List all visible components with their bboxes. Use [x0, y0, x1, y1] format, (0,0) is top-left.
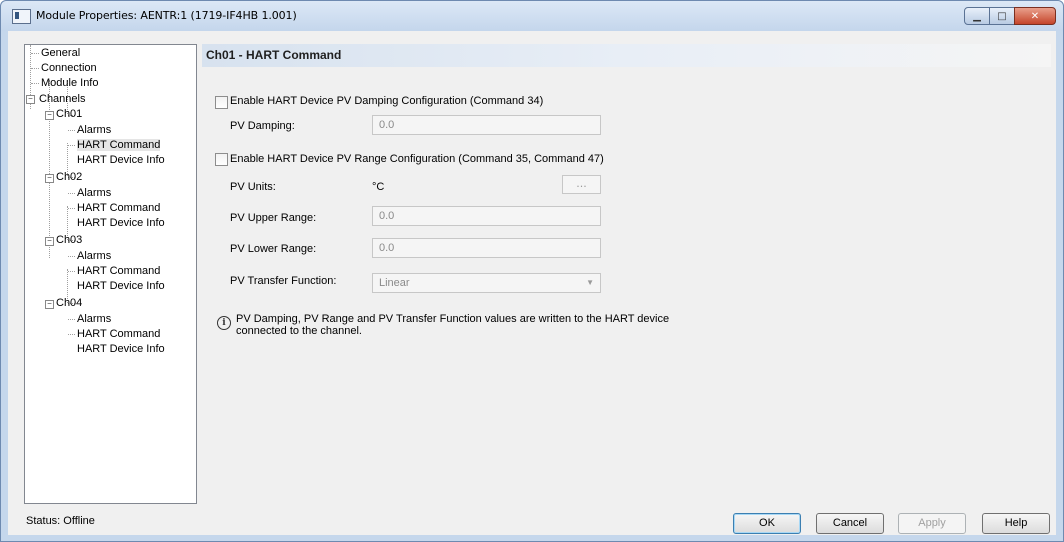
collapse-ch04-icon[interactable]: − [45, 300, 54, 309]
info-text-line1: PV Damping, PV Range and PV Transfer Fun… [236, 313, 670, 325]
pv-transfer-function-select[interactable]: Linear ▼ [372, 273, 601, 293]
tree-connector [68, 319, 75, 320]
window-app-icon [12, 9, 31, 24]
pv-upper-range-label: PV Upper Range: [230, 212, 317, 224]
tree-item-ch02-hart-device-info[interactable]: HART Device Info [77, 216, 165, 231]
apply-button[interactable]: Apply [898, 513, 966, 534]
help-button[interactable]: Help [982, 513, 1050, 534]
tree-item-ch01-hart-device-info[interactable]: HART Device Info [77, 153, 165, 168]
tree-item-ch04-alarms[interactable]: Alarms [77, 312, 111, 327]
tree-connector [68, 145, 75, 146]
tree-item-label: HART Command [77, 328, 161, 340]
status-text: Status: Offline [26, 515, 95, 527]
pv-transfer-function-label: PV Transfer Function: [230, 275, 337, 287]
tree-item-label: HART Device Info [77, 154, 165, 166]
tree-item-ch01-alarms[interactable]: Alarms [77, 123, 111, 138]
tree-item-label: HART Command [77, 265, 161, 277]
tree-item-label: Alarms [77, 187, 112, 199]
info-icon: i [217, 316, 231, 330]
tree-connector [68, 130, 75, 131]
pv-upper-range-field[interactable]: 0.0 [372, 206, 601, 226]
pv-lower-range-label: PV Lower Range: [230, 243, 317, 255]
enable-damping-checkbox[interactable] [215, 96, 228, 109]
tree-item-module-info[interactable]: Module Info [41, 76, 98, 91]
tree-item-label: HART Device Info [77, 343, 165, 355]
tree-item-general[interactable]: General [41, 46, 80, 61]
pv-units-label: PV Units: [230, 181, 276, 193]
info-text-line2: connected to the channel. [236, 325, 362, 337]
minimize-button[interactable]: ▁ [964, 7, 990, 25]
tree-item-label: Alarms [77, 124, 112, 136]
tree-connector [31, 53, 39, 54]
tree-item-label: HART Device Info [77, 280, 165, 292]
page-title: Ch01 - HART Command [206, 48, 342, 62]
tree-item-ch03-alarms[interactable]: Alarms [77, 249, 111, 264]
tree-item-label: Module Info [41, 77, 99, 89]
pv-units-value: °C [372, 181, 385, 193]
pv-transfer-function-value: Linear [379, 277, 410, 289]
module-properties-window: Module Properties: AENTR:1 (1719-IF4HB 1… [0, 0, 1064, 542]
dialog-client-area: − − − − − General Connection Module Info… [8, 31, 1056, 535]
tree-item-ch03-hart-command[interactable]: HART Command [77, 264, 160, 279]
tree-item-ch03-hart-device-info[interactable]: HART Device Info [77, 279, 165, 294]
collapse-ch01-icon[interactable]: − [45, 111, 54, 120]
tree-connector [31, 83, 39, 84]
tree-connector [68, 208, 75, 209]
tree-item-ch02[interactable]: Ch02 [56, 170, 82, 185]
title-bar[interactable]: Module Properties: AENTR:1 (1719-IF4HB 1… [1, 1, 1063, 31]
maximize-button[interactable]: □ [989, 7, 1015, 25]
window-title: Module Properties: AENTR:1 (1719-IF4HB 1… [36, 9, 297, 22]
ok-button[interactable]: OK [733, 513, 801, 534]
tree-item-label: Alarms [77, 250, 112, 262]
tree-item-label: HART Device Info [77, 217, 165, 229]
tree-item-label: General [41, 47, 81, 59]
pv-lower-range-field[interactable]: 0.0 [372, 238, 601, 258]
collapse-ch02-icon[interactable]: − [45, 174, 54, 183]
tree-item-ch01[interactable]: Ch01 [56, 107, 82, 122]
tree-item-ch04[interactable]: Ch04 [56, 296, 82, 311]
tree-item-label: Channels [39, 93, 86, 105]
cancel-button[interactable]: Cancel [816, 513, 884, 534]
pv-damping-label: PV Damping: [230, 120, 295, 132]
tree-connector [31, 68, 39, 69]
category-tree[interactable]: − − − − − General Connection Module Info… [24, 44, 197, 504]
tree-item-label: Ch04 [56, 297, 83, 309]
tree-item-label: Alarms [77, 313, 112, 325]
tree-item-ch03[interactable]: Ch03 [56, 233, 82, 248]
tree-item-label: Ch01 [56, 108, 83, 120]
collapse-channels-icon[interactable]: − [26, 95, 35, 104]
tree-connector [68, 193, 75, 194]
pv-damping-field[interactable]: 0.0 [372, 115, 601, 135]
tree-connector [68, 334, 75, 335]
tree-item-ch02-hart-command[interactable]: HART Command [77, 201, 160, 216]
enable-damping-label: Enable HART Device PV Damping Configurat… [230, 95, 544, 107]
tree-item-label: HART Command [77, 139, 161, 151]
window-controls: ▁ □ ✕ [964, 7, 1056, 27]
tree-connector [68, 256, 75, 257]
tree-item-ch04-hart-device-info[interactable]: HART Device Info [77, 342, 165, 357]
page-title-bar: Ch01 - HART Command [202, 44, 1051, 67]
tree-connector [68, 271, 75, 272]
tree-item-ch01-hart-command[interactable]: HART Command [77, 138, 161, 153]
tree-item-connection[interactable]: Connection [41, 61, 97, 76]
tree-item-ch04-hart-command[interactable]: HART Command [77, 327, 160, 342]
enable-range-checkbox[interactable] [215, 153, 228, 166]
tree-item-label: HART Command [77, 202, 161, 214]
close-button[interactable]: ✕ [1014, 7, 1056, 25]
collapse-ch03-icon[interactable]: − [45, 237, 54, 246]
pv-units-browse-button[interactable]: ... [562, 175, 601, 194]
tree-item-label: Connection [41, 62, 97, 74]
tree-item-label: Ch02 [56, 171, 83, 183]
chevron-down-icon: ▼ [586, 278, 594, 287]
tree-item-ch02-alarms[interactable]: Alarms [77, 186, 111, 201]
tree-item-channels[interactable]: Channels [39, 92, 85, 107]
enable-range-label: Enable HART Device PV Range Configuratio… [230, 153, 604, 165]
tree-item-label: Ch03 [56, 234, 83, 246]
